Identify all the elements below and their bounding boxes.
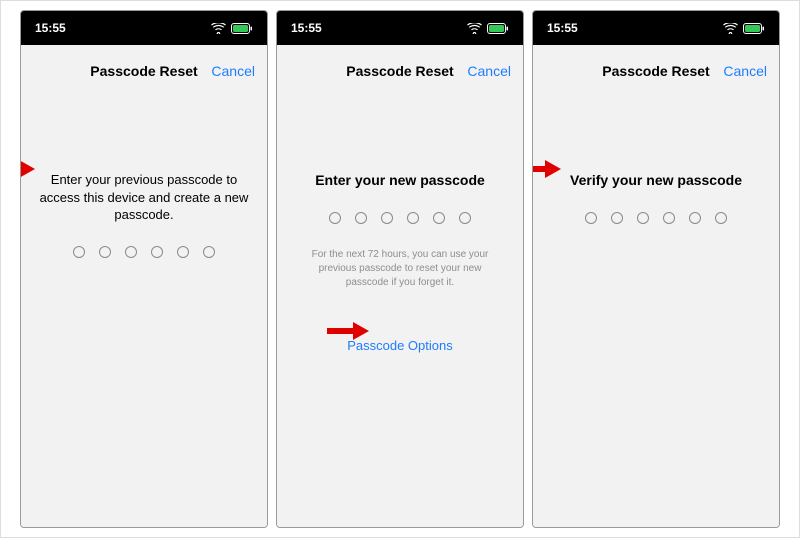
- wifi-icon: [723, 23, 738, 34]
- passcode-dot: [73, 246, 85, 258]
- cancel-button[interactable]: Cancel: [723, 63, 767, 79]
- prompt-text: Verify your new passcode: [551, 171, 761, 190]
- status-time: 15:55: [35, 21, 66, 35]
- status-bar: 15:55: [277, 11, 523, 45]
- passcode-dot: [151, 246, 163, 258]
- modal-sheet: Passcode Reset Cancel Enter your new pas…: [277, 49, 523, 527]
- content-area: Enter your new passcode For the next 72 …: [277, 93, 523, 527]
- wifi-icon: [211, 23, 226, 34]
- passcode-dot: [637, 212, 649, 224]
- nav-header: Passcode Reset Cancel: [21, 49, 267, 93]
- passcode-dot: [177, 246, 189, 258]
- content-area: Enter your previous passcode to access t…: [21, 93, 267, 527]
- nav-header: Passcode Reset Cancel: [277, 49, 523, 93]
- passcode-dot: [203, 246, 215, 258]
- status-bar: 15:55: [533, 11, 779, 45]
- passcode-input[interactable]: [295, 212, 505, 224]
- modal-sheet: Passcode Reset Cancel Verify your new pa…: [533, 49, 779, 527]
- prompt-text: Enter your previous passcode to access t…: [39, 171, 249, 224]
- battery-icon: [487, 23, 509, 34]
- passcode-dot: [585, 212, 597, 224]
- passcode-dot: [407, 212, 419, 224]
- status-bar: 15:55: [21, 11, 267, 45]
- passcode-input[interactable]: [39, 246, 249, 258]
- cancel-button[interactable]: Cancel: [467, 63, 511, 79]
- passcode-dot: [99, 246, 111, 258]
- passcode-dot: [329, 212, 341, 224]
- cancel-button[interactable]: Cancel: [211, 63, 255, 79]
- passcode-dot: [355, 212, 367, 224]
- prompt-text: Enter your new passcode: [295, 171, 505, 190]
- phone-screen-2: 15:55 Passcode Reset Cancel Enter your n…: [276, 10, 524, 528]
- info-text: For the next 72 hours, you can use your …: [303, 248, 497, 290]
- status-time: 15:55: [547, 21, 578, 35]
- passcode-dot: [715, 212, 727, 224]
- battery-icon: [743, 23, 765, 34]
- nav-header: Passcode Reset Cancel: [533, 49, 779, 93]
- content-area: Verify your new passcode: [533, 93, 779, 527]
- passcode-options-button[interactable]: Passcode Options: [295, 338, 505, 353]
- passcode-dot: [689, 212, 701, 224]
- wifi-icon: [467, 23, 482, 34]
- status-right: [467, 23, 509, 34]
- passcode-dot: [611, 212, 623, 224]
- phone-screen-1: 15:55 Passcode Reset Cancel Enter your p…: [20, 10, 268, 528]
- passcode-dot: [663, 212, 675, 224]
- passcode-dot: [381, 212, 393, 224]
- status-right: [211, 23, 253, 34]
- status-right: [723, 23, 765, 34]
- passcode-dot: [125, 246, 137, 258]
- modal-sheet: Passcode Reset Cancel Enter your previou…: [21, 49, 267, 527]
- passcode-dot: [459, 212, 471, 224]
- status-time: 15:55: [291, 21, 322, 35]
- phone-screen-3: 15:55 Passcode Reset Cancel Verify your …: [532, 10, 780, 528]
- passcode-dot: [433, 212, 445, 224]
- passcode-input[interactable]: [551, 212, 761, 224]
- battery-icon: [231, 23, 253, 34]
